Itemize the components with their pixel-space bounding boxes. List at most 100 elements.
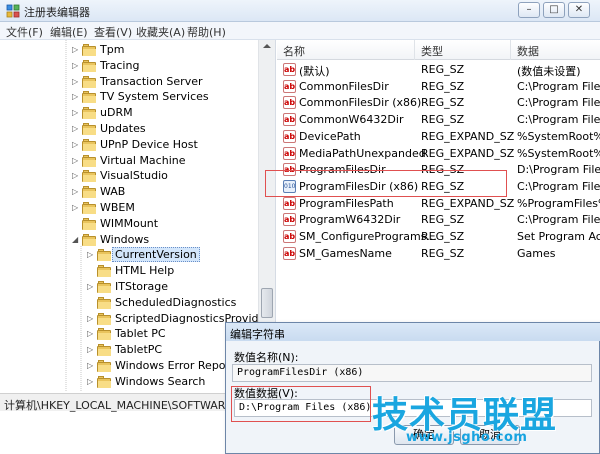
tree-expander-icon[interactable]: ▷ <box>72 203 80 213</box>
column-name[interactable]: 名称 <box>283 43 305 59</box>
tree-item-label: CurrentVersion <box>112 247 200 263</box>
scroll-thumb[interactable] <box>261 288 273 318</box>
tree-item[interactable]: HTML Help <box>0 263 258 279</box>
close-button[interactable]: ✕ <box>568 2 590 18</box>
tree-item[interactable]: ▷ Tablet PC <box>0 326 258 342</box>
value-data: D:\Program Files <box>517 163 600 177</box>
tree-expander-icon[interactable]: ▷ <box>72 156 80 166</box>
folder-icon <box>82 59 96 72</box>
tree-expander-icon[interactable]: ◢ <box>72 235 80 245</box>
value-name: MediaPathUnexpanded <box>299 146 426 160</box>
tree-item[interactable]: ◢ Windows <box>0 232 258 248</box>
tree-item-label: WBEM <box>100 201 135 214</box>
tree-item[interactable]: ▷ Tpm <box>0 42 258 58</box>
tree-expander-icon[interactable]: ▷ <box>72 77 80 87</box>
menu-help[interactable]: 帮助(H) <box>187 24 226 40</box>
tree-expander-icon[interactable]: ▷ <box>87 377 95 387</box>
folder-icon <box>82 202 96 214</box>
tree-expander-icon[interactable]: ▷ <box>72 187 80 197</box>
tree-item-label: Tracing <box>100 58 140 72</box>
tree-item[interactable]: ▷ WBEM <box>0 200 258 216</box>
value-row[interactable]: ab (默认) REG_SZ (数值未设置) <box>277 61 600 78</box>
scroll-up-icon[interactable] <box>263 44 271 48</box>
folder-icon <box>82 170 96 183</box>
tree-item-label: TV System Services <box>100 90 209 104</box>
string-value-icon: ab <box>283 146 296 160</box>
value-name: SM_ConfigurePrograms... <box>299 230 437 243</box>
tree-item-label: TabletPC <box>115 343 163 357</box>
tree-expander-icon[interactable] <box>87 266 95 276</box>
value-row[interactable]: abCommonFilesDir REG_SZ C:\Program Files\ <box>277 78 600 95</box>
dialog-title: 编辑字符串 <box>230 328 285 341</box>
tree-item-label: Virtual Machine <box>100 153 186 167</box>
value-row[interactable]: ab MediaPathUnexpanded REG_EXPAND_SZ %Syste… <box>277 145 600 162</box>
tree-item-label: UPnP Device Host <box>100 137 198 151</box>
status-bar: 计算机\HKEY_LOCAL_MACHINE\SOFTWARE\Mic <box>0 393 255 412</box>
tree-item[interactable]: ScheduledDiagnostics <box>0 295 258 311</box>
regedit-icon <box>6 4 20 18</box>
column-type[interactable]: 类型 <box>421 43 443 59</box>
tree-expander-icon[interactable]: ▷ <box>87 282 95 292</box>
tree-expander-icon[interactable]: ▷ <box>72 140 80 150</box>
value-type: REG_SZ <box>421 79 465 93</box>
maximize-button[interactable]: □ <box>543 2 565 18</box>
tree-item[interactable]: ▷ UPnP Device Host <box>0 137 258 153</box>
tree-expander-icon[interactable]: ▷ <box>87 314 95 324</box>
tree-item-label: ScheduledDiagnostics <box>115 295 237 309</box>
tree-item[interactable]: ▷ TabletPC <box>0 342 258 358</box>
tree-item[interactable]: ▷ Tracing <box>0 58 258 74</box>
tree-item[interactable]: ▷ Virtual Machine <box>0 153 258 169</box>
value-type: REG_SZ <box>421 63 465 76</box>
value-name: SM_GamesName <box>299 246 392 260</box>
tree-item[interactable]: ▷ WAB <box>0 184 258 200</box>
value-type: REG_SZ <box>421 230 465 243</box>
tree-expander-icon[interactable]: ▷ <box>72 45 80 55</box>
folder-icon <box>97 344 111 357</box>
menu-view[interactable]: 查看(V) <box>94 24 132 40</box>
tree-expander-icon[interactable]: ▷ <box>87 250 95 260</box>
value-row[interactable]: ab ProgramW6432Dir REG_SZ C:\Program Files <box>277 211 600 228</box>
folder-icon <box>97 281 111 293</box>
folder-icon <box>82 154 96 167</box>
tree-item[interactable]: ▷ Transaction Server <box>0 74 258 90</box>
tree-item[interactable]: WIMMount <box>0 216 258 232</box>
tree-item[interactable]: ▷ CurrentVersion <box>0 247 258 263</box>
tree-expander-icon[interactable] <box>72 219 80 229</box>
tree-expander-icon[interactable]: ▷ <box>72 61 80 71</box>
tree-item[interactable]: ▷ Windows Error Reporting <box>0 358 258 374</box>
tree-expander-icon[interactable]: ▷ <box>72 124 80 134</box>
value-row[interactable]: abCommonW6432Dir REG_SZ C:\Program Files\ <box>277 111 600 128</box>
string-value-icon: ab <box>283 96 296 110</box>
tree-item[interactable]: ▷ ITStorage <box>0 279 258 295</box>
value-row[interactable]: abDevicePath REG_EXPAND_SZ%SystemRoot%\in <box>277 128 600 145</box>
minimize-button[interactable]: – <box>518 2 540 18</box>
value-type: REG_EXPAND_SZ <box>421 196 515 210</box>
menu-edit[interactable]: 编辑(E) <box>50 24 88 40</box>
column-data[interactable]: 数据 <box>517 43 539 59</box>
folder-icon <box>97 375 111 388</box>
tree-expander-icon[interactable]: ▷ <box>87 361 95 371</box>
tree-item[interactable]: ▷ Windows Search <box>0 374 258 390</box>
tree-item-label: WIMMount <box>100 216 159 230</box>
tree-item[interactable]: ▷ ScriptedDiagnosticsProvider <box>0 311 270 327</box>
tree-item[interactable]: ▷ uDRM <box>0 105 258 121</box>
tree-expander-icon[interactable]: ▷ <box>87 345 95 355</box>
tree-expander-icon[interactable] <box>87 298 95 308</box>
tree-expander-icon[interactable]: ▷ <box>72 92 80 102</box>
menu-favorites[interactable]: 收藏夹(A) <box>136 24 185 40</box>
tree-item[interactable]: ▷ VisualStudio <box>0 168 258 184</box>
value-row[interactable]: ab ProgramFilesPath REG_EXPAND_SZ %ProgramF… <box>277 195 600 212</box>
value-data: C:\Program Files <box>517 213 600 227</box>
value-row[interactable]: ab SM_ConfigurePrograms... REG_SZ Set Progr… <box>277 228 600 245</box>
tree-expander-icon[interactable]: ▷ <box>72 108 80 118</box>
tree-item[interactable]: ▷ Updates <box>0 121 258 137</box>
value-data: %ProgramFiles% <box>517 196 600 210</box>
tree-expander-icon[interactable]: ▷ <box>72 171 80 181</box>
tree-item[interactable]: ▷ TV System Services <box>0 89 258 105</box>
folder-icon <box>82 186 96 199</box>
watermark-url: www.jsgho.com <box>406 430 528 445</box>
value-row[interactable]: ab CommonFilesDir (x86) REG_SZ C:\Program F… <box>277 94 600 111</box>
value-row[interactable]: ab SM_GamesName REG_SZ Games <box>277 245 600 262</box>
menu-file[interactable]: 文件(F) <box>6 24 43 40</box>
tree-expander-icon[interactable]: ▷ <box>87 329 95 339</box>
